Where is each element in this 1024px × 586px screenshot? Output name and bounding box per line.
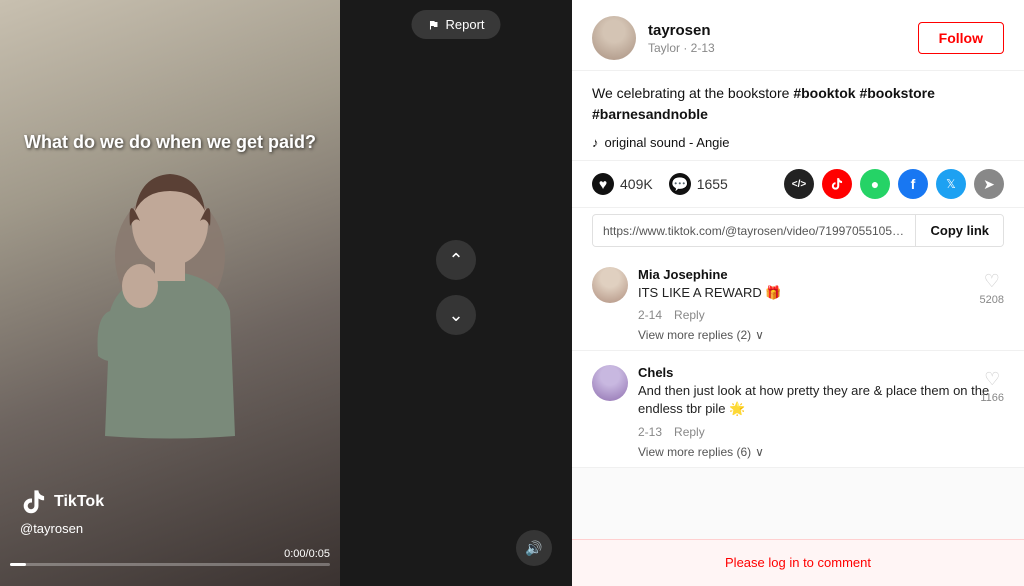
whatsapp-button[interactable]: ●: [860, 169, 890, 199]
action-group-left: ♥ 409K 💬 1655: [592, 173, 784, 195]
tiktok-share-icon: [830, 177, 844, 191]
video-url: https://www.tiktok.com/@tayrosen/video/7…: [593, 216, 915, 246]
embed-button[interactable]: </>: [784, 169, 814, 199]
link-bar: https://www.tiktok.com/@tayrosen/video/7…: [592, 214, 1004, 247]
chevron-down-icon: ∨: [755, 445, 764, 459]
post-meta: Taylor · 2-13: [648, 41, 918, 55]
follow-button[interactable]: Follow: [918, 22, 1004, 54]
comment-date-chels: 2-13: [638, 425, 662, 439]
comment-meta-mia: 2-14 Reply: [638, 308, 1004, 322]
login-bar: Please log in to comment: [572, 539, 1024, 586]
middle-panel: Report ⌃ ⌄ 🔊: [340, 0, 572, 586]
comment-text-mia: ITS LIKE A REWARD 🎁: [638, 284, 1004, 302]
tiktok-brand: TikTok: [20, 488, 104, 516]
right-panel: tayrosen Taylor · 2-13 Follow We celebra…: [572, 0, 1024, 586]
post-header: tayrosen Taylor · 2-13 Follow: [572, 0, 1024, 71]
comment-item: Chels And then just look at how pretty t…: [572, 351, 1024, 467]
flag-icon: [427, 19, 439, 31]
share-icons: </> ● f 𝕏 ➤: [784, 169, 1004, 199]
heart-outline-icon: ♡: [984, 369, 1000, 390]
post-caption: We celebrating at the bookstore #booktok…: [572, 71, 1024, 131]
chevron-down-icon: ∨: [755, 328, 764, 342]
comment-content-mia: Mia Josephine ITS LIKE A REWARD 🎁 2-14 R…: [638, 267, 1004, 342]
comment-date-mia: 2-14: [638, 308, 662, 322]
comment-like-count-mia: 5208: [980, 294, 1004, 306]
like-action[interactable]: ♥ 409K: [592, 173, 653, 195]
comment-like-count-chels: 1166: [980, 392, 1004, 404]
comment-action[interactable]: 💬 1655: [669, 173, 728, 195]
commenter-avatar-chels: [592, 365, 628, 401]
video-timer: 0:00/0:05: [284, 548, 330, 560]
comment-item: Mia Josephine ITS LIKE A REWARD 🎁 2-14 R…: [572, 253, 1024, 351]
reply-button-mia[interactable]: Reply: [674, 308, 705, 322]
view-replies-mia[interactable]: View more replies (2) ∨: [638, 328, 1004, 342]
comments-section: Mia Josephine ITS LIKE A REWARD 🎁 2-14 R…: [572, 253, 1024, 539]
login-prompt[interactable]: Please log in to comment: [725, 555, 871, 570]
hashtag-barnesandnoble: #barnesandnoble: [592, 106, 708, 122]
copy-link-button[interactable]: Copy link: [915, 215, 1003, 246]
comment-content-chels: Chels And then just look at how pretty t…: [638, 365, 1004, 458]
hashtag-booktok: #booktok: [793, 85, 855, 101]
more-share-button[interactable]: ➤: [974, 169, 1004, 199]
facebook-button[interactable]: f: [898, 169, 928, 199]
video-overlay-text: What do we do when we get paid?: [0, 130, 340, 155]
commenter-username-mia: Mia Josephine: [638, 267, 1004, 282]
report-button[interactable]: Report: [411, 10, 500, 39]
commenter-username-chels: Chels: [638, 365, 1004, 380]
twitter-button[interactable]: 𝕏: [936, 169, 966, 199]
post-user-info: tayrosen Taylor · 2-13: [648, 22, 918, 55]
commenter-avatar-mia: [592, 267, 628, 303]
comment-like-chels[interactable]: ♡ 1166: [980, 369, 1004, 404]
comment-like-mia[interactable]: ♡ 5208: [980, 271, 1004, 306]
tiktok-name: TikTok: [54, 493, 104, 511]
video-progress-fill: [10, 563, 26, 566]
post-actions: ♥ 409K 💬 1655 </> ● f 𝕏 ➤: [572, 160, 1024, 208]
tiktok-logo-icon: [20, 488, 48, 516]
video-username: @tayrosen: [20, 521, 83, 536]
music-note-icon: ♪: [592, 135, 599, 150]
video-panel: What do we do when we get paid? TikTok @…: [0, 0, 340, 586]
video-progress-bar[interactable]: [10, 563, 330, 566]
comment-count: 1655: [697, 176, 728, 192]
nav-down-button[interactable]: ⌄: [436, 295, 476, 335]
share-tiktok-button[interactable]: [822, 169, 852, 199]
comment-meta-chels: 2-13 Reply: [638, 425, 1004, 439]
heart-outline-icon: ♡: [984, 271, 1000, 292]
hashtag-bookstore: #bookstore: [859, 85, 934, 101]
like-count: 409K: [620, 176, 653, 192]
view-replies-chels[interactable]: View more replies (6) ∨: [638, 445, 1004, 459]
heart-icon: ♥: [592, 173, 614, 195]
post-username: tayrosen: [648, 22, 918, 39]
reply-button-chels[interactable]: Reply: [674, 425, 705, 439]
avatar: [592, 16, 636, 60]
comment-text-chels: And then just look at how pretty they ar…: [638, 382, 1004, 418]
comment-icon: 💬: [669, 173, 691, 195]
post-sound: ♪ original sound - Angie: [572, 131, 1024, 160]
nav-up-button[interactable]: ⌃: [436, 240, 476, 280]
volume-button[interactable]: 🔊: [516, 530, 552, 566]
